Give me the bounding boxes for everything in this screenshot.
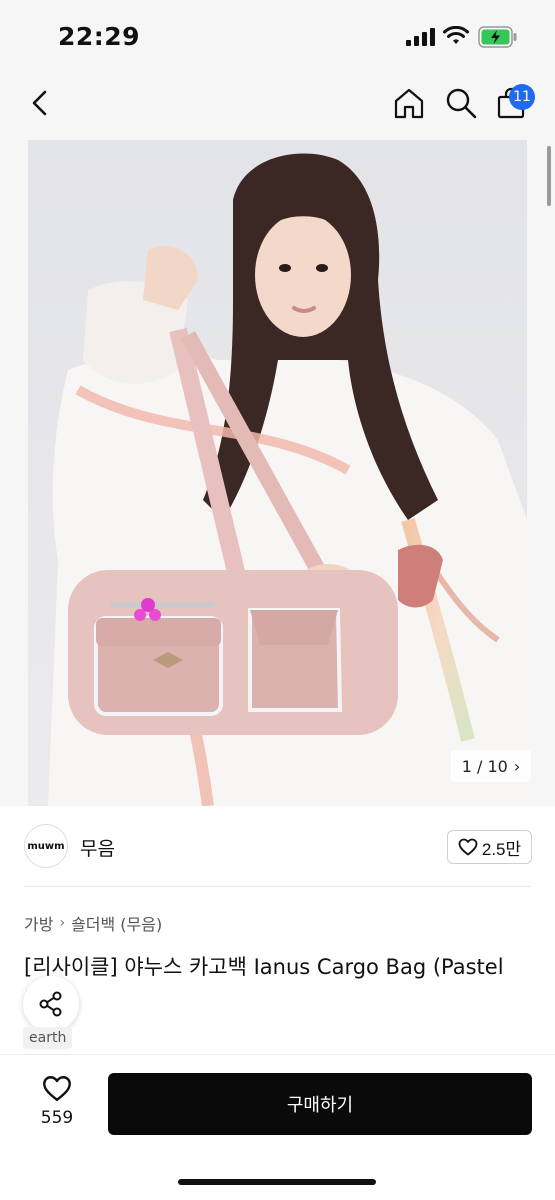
product-title: [리사이클] 야누스 카고백 Ianus Cargo Bag (Pastel P…: [24, 955, 504, 1011]
status-time: 22:29: [58, 22, 141, 51]
breadcrumb-separator-icon: ›: [59, 915, 66, 931]
scrollbar[interactable]: [547, 146, 551, 206]
breadcrumb-item-subcategory[interactable]: 숄더백 (무음): [71, 911, 162, 935]
chevron-right-icon: ›: [513, 756, 521, 776]
product-tag[interactable]: earth: [23, 1027, 73, 1049]
seller-logo[interactable]: muwm: [24, 824, 68, 868]
back-chevron-icon[interactable]: [24, 86, 58, 120]
heart-icon: [458, 838, 478, 856]
status-bar: 22:29: [0, 0, 555, 72]
search-icon[interactable]: [444, 86, 478, 120]
heart-icon: [43, 1076, 71, 1101]
buy-button[interactable]: 구매하기: [108, 1073, 532, 1135]
seller-row: muwm 무음 2.5만: [0, 806, 555, 886]
wifi-icon: [443, 26, 469, 44]
breadcrumb-item-category[interactable]: 가방: [24, 911, 53, 935]
image-counter-text: 1 / 10: [461, 756, 508, 776]
breadcrumb: 가방 › 숄더백 (무음): [24, 911, 162, 935]
seller-like-button[interactable]: 2.5만: [447, 830, 532, 864]
seller-name[interactable]: 무음: [80, 834, 115, 861]
divider: [24, 886, 531, 887]
image-counter[interactable]: 1 / 10 ›: [451, 750, 531, 782]
share-button[interactable]: [23, 976, 79, 1032]
wishlist-button[interactable]: 559: [32, 1075, 82, 1139]
top-nav-bar: [0, 72, 555, 140]
cart-count-badge: 11: [509, 84, 535, 110]
share-icon: [39, 991, 62, 1017]
seller-like-count: 2.5만: [481, 839, 522, 859]
cellular-signal-icon: [406, 28, 435, 46]
model-with-bag-illustration: [28, 140, 527, 806]
home-icon[interactable]: [392, 86, 426, 120]
product-gallery[interactable]: [0, 140, 555, 806]
home-indicator: [178, 1179, 376, 1185]
product-photo[interactable]: [28, 140, 527, 806]
seller-logo-text: muwm: [27, 840, 65, 852]
battery-charging-icon: [478, 26, 517, 48]
wishlist-count: 559: [40, 1108, 74, 1128]
